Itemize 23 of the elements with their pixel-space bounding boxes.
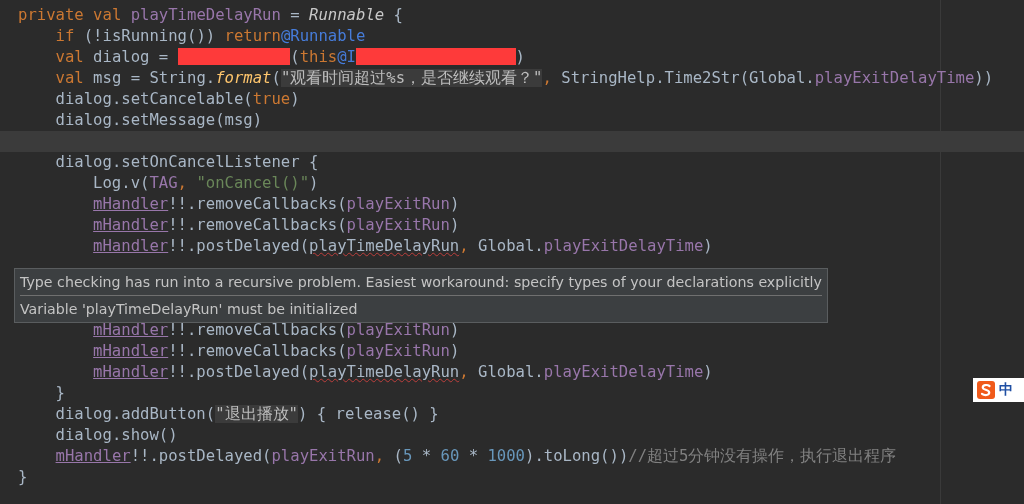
code-line: dialog.addButton("退出播放") { release() } bbox=[55, 405, 439, 423]
input-method-logo-icon bbox=[977, 381, 995, 399]
code-line: } bbox=[18, 468, 28, 486]
code-line: mHandler!!.postDelayed(playExitRun, (5 * 60 * 1000).toLong())//超过5分钟没有操作，执行退出程序 bbox=[55, 447, 897, 465]
code-line: mHandler!!.removeCallbacks(playExitRun) bbox=[93, 321, 460, 339]
code-line: mHandler!!.removeCallbacks(playExitRun) bbox=[93, 342, 460, 360]
error-message: Type checking has run into a recursive problem. Easiest workaround: specify types of your declarations explicitly bbox=[20, 269, 822, 296]
code-line: dialog.setCancelable(true) bbox=[55, 90, 300, 108]
code-line: dialog.setOnCancelListener { bbox=[55, 153, 319, 171]
input-method-indicator[interactable]: 中 bbox=[973, 378, 1024, 402]
error-message: Variable 'playTimeDelayRun' must be initialized bbox=[20, 300, 359, 319]
code-line: if (!isRunning()) return@Runnable bbox=[55, 27, 366, 45]
code-line: private val playTimeDelayRun = Runnable { bbox=[18, 6, 403, 24]
code-line: mHandler!!.removeCallbacks(playExitRun) bbox=[93, 195, 460, 213]
code-line: val dialog = (this@I ) bbox=[55, 48, 525, 66]
code-line: dialog.show() bbox=[55, 426, 178, 444]
code-line: mHandler!!.removeCallbacks(playExitRun) bbox=[93, 216, 460, 234]
code-line: mHandler!!.postDelayed(playTimeDelayRun, Global.playExitDelayTime) bbox=[93, 237, 713, 255]
code-line: dialog.setMessage(msg) bbox=[55, 111, 263, 129]
code-line: Log.v(TAG, "onCancel()") bbox=[93, 174, 319, 192]
code-line: } bbox=[55, 384, 65, 402]
code-line: val msg = String.format("观看时间超过%s，是否继续观看？", StringHelp.Time2Str(Global.playExitDelayTime)) bbox=[55, 69, 994, 87]
code-line: mHandler!!.postDelayed(playTimeDelayRun, Global.playExitDelayTime) bbox=[93, 363, 713, 381]
